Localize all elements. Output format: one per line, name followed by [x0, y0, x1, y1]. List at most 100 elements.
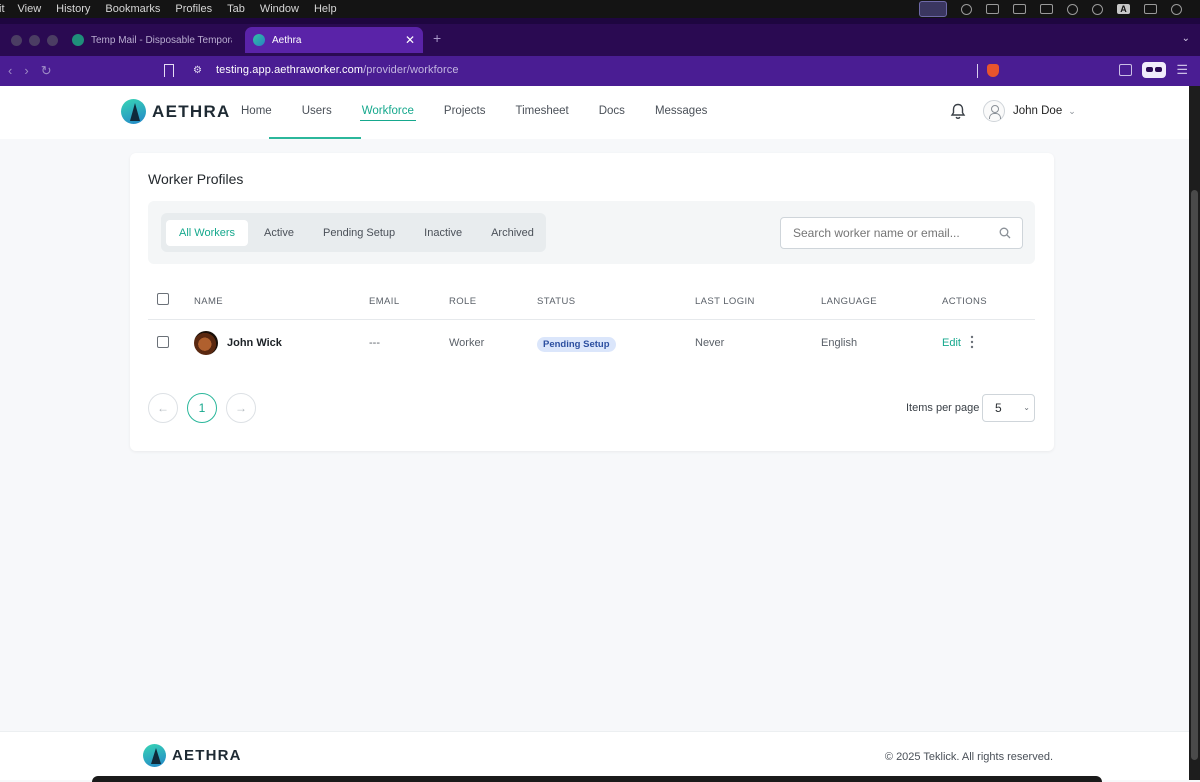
os-menu-help[interactable]: Help: [314, 3, 337, 15]
worker-name[interactable]: John Wick: [227, 337, 282, 349]
prev-page-button[interactable]: ←: [148, 393, 178, 423]
column-header-email[interactable]: EMAIL: [369, 296, 400, 307]
aethra-favicon-icon: [253, 34, 265, 46]
user-name: John Doe: [1013, 105, 1063, 117]
app-header: AETHRA Home Users Workforce Projects Tim…: [0, 86, 1189, 139]
input-source-icon[interactable]: A: [1117, 4, 1130, 14]
table-row[interactable]: John Wick --- Worker Pending Setup Never…: [148, 320, 1035, 368]
reload-icon[interactable]: ↻: [41, 63, 52, 79]
tab-title: Aethra: [272, 34, 302, 46]
more-options-icon[interactable]: [970, 335, 974, 349]
nav-workforce[interactable]: Workforce: [359, 86, 417, 139]
os-menu-view[interactable]: View: [18, 3, 42, 15]
tab-all-workers[interactable]: All Workers: [166, 219, 249, 246]
user-avatar-icon: [983, 100, 1005, 122]
browser-menu-icon[interactable]: ☰: [1176, 62, 1188, 78]
maximize-window-button[interactable]: [47, 35, 58, 46]
browser-tab-bar: Temp Mail - Disposable Temporar Aethra ✕…: [0, 18, 1200, 56]
user-menu[interactable]: John Doe ⌄: [983, 100, 1076, 122]
os-menu-bookmarks[interactable]: Bookmarks: [105, 3, 160, 15]
tab-pending-setup[interactable]: Pending Setup: [310, 220, 408, 246]
worker-profiles-card: Worker Profiles All Workers Active Pendi…: [130, 153, 1054, 451]
bookmark-icon[interactable]: [164, 64, 174, 77]
bell-icon[interactable]: [950, 103, 966, 120]
forward-arrow-icon[interactable]: ›: [24, 63, 28, 79]
browser-tab-temp-mail[interactable]: Temp Mail - Disposable Temporar: [64, 27, 240, 53]
os-menu-bar: it View History Bookmarks Profiles Tab W…: [0, 0, 1200, 18]
minimize-window-button[interactable]: [29, 35, 40, 46]
url-field[interactable]: testing.app.aethraworker.com/provider/wo…: [216, 64, 459, 76]
tab-archived[interactable]: Archived: [478, 220, 547, 246]
close-window-button[interactable]: [11, 35, 22, 46]
column-header-status[interactable]: STATUS: [537, 296, 575, 307]
items-per-page-select[interactable]: 5 ⌄: [982, 394, 1035, 422]
page-footer: AETHRA © 2025 Teklick. All rights reserv…: [0, 731, 1189, 780]
page-scrollbar[interactable]: [1189, 86, 1200, 780]
worker-avatar: [194, 331, 218, 355]
items-per-page-label: Items per page: [906, 402, 980, 414]
nav-active-indicator: [269, 137, 361, 139]
brave-shields-icon[interactable]: [987, 64, 999, 77]
os-menu-window[interactable]: Window: [260, 3, 299, 15]
next-page-button[interactable]: →: [226, 393, 256, 423]
table-header: NAME EMAIL ROLE STATUS LAST LOGIN LANGUA…: [148, 281, 1035, 320]
aethra-logo-icon: [143, 744, 166, 767]
status-badge: Pending Setup: [537, 337, 616, 352]
column-header-last-login[interactable]: LAST LOGIN: [695, 296, 755, 307]
play-icon[interactable]: [1067, 3, 1078, 15]
private-glasses-icon[interactable]: [1142, 62, 1167, 78]
display-icon[interactable]: [1040, 4, 1053, 14]
status-filter-tabs: All Workers Active Pending Setup Inactiv…: [161, 213, 546, 252]
aethra-logo-icon: [121, 99, 146, 124]
chevron-down-icon: ⌄: [1023, 403, 1030, 412]
os-menu-item[interactable]: it: [0, 3, 5, 15]
worker-last-login: Never: [695, 337, 725, 349]
volume-icon[interactable]: [1013, 4, 1026, 14]
worker-language: English: [821, 337, 858, 349]
nav-messages[interactable]: Messages: [655, 86, 707, 139]
nav-timesheet[interactable]: Timesheet: [515, 86, 568, 139]
url-host: testing.app.aethraworker.com: [216, 64, 364, 76]
browser-tab-aethra[interactable]: Aethra ✕: [245, 27, 423, 53]
tab-active[interactable]: Active: [251, 220, 307, 246]
user-switch-icon[interactable]: [1092, 3, 1103, 15]
nav-home[interactable]: Home: [241, 86, 272, 139]
os-menu-profiles[interactable]: Profiles: [175, 3, 212, 15]
wifi-icon[interactable]: [1171, 3, 1182, 15]
edit-button[interactable]: Edit: [942, 337, 961, 349]
screen-share-icon[interactable]: [919, 1, 947, 17]
select-all-checkbox[interactable]: [157, 293, 169, 305]
site-settings-icon[interactable]: ⚙: [193, 65, 202, 76]
nav-projects[interactable]: Projects: [444, 86, 486, 139]
tab-inactive[interactable]: Inactive: [411, 220, 475, 246]
column-header-role[interactable]: ROLE: [449, 296, 476, 307]
scrollbar-thumb[interactable]: [1191, 190, 1198, 760]
main-nav: Home Users Workforce Projects Timesheet …: [241, 86, 737, 139]
tab-list-chevron-icon[interactable]: ⌄: [1182, 33, 1190, 44]
sidebar-toggle-icon[interactable]: [1119, 64, 1133, 76]
column-header-language[interactable]: LANGUAGE: [821, 296, 877, 307]
close-tab-icon[interactable]: ✕: [405, 33, 415, 47]
tab-title: Temp Mail - Disposable Temporar: [91, 34, 232, 46]
battery-icon[interactable]: [1144, 4, 1157, 14]
nav-docs[interactable]: Docs: [599, 86, 625, 139]
cloud-icon[interactable]: [961, 3, 972, 15]
os-menu-tab[interactable]: Tab: [227, 3, 245, 15]
column-header-name[interactable]: NAME: [194, 296, 223, 307]
page-title: Worker Profiles: [148, 171, 244, 187]
column-header-actions: ACTIONS: [942, 296, 988, 307]
aethra-logo[interactable]: AETHRA: [121, 99, 231, 124]
shield-icon[interactable]: [986, 4, 999, 14]
nav-users[interactable]: Users: [302, 86, 332, 139]
footer-logo[interactable]: AETHRA: [143, 744, 242, 767]
new-tab-icon[interactable]: +: [433, 30, 441, 46]
row-checkbox[interactable]: [157, 336, 169, 348]
chevron-down-icon: ⌄: [1068, 105, 1076, 116]
os-menu-history[interactable]: History: [56, 3, 90, 15]
dock-edge: [92, 776, 1102, 782]
url-path: /provider/workforce: [363, 64, 459, 76]
search-input[interactable]: [780, 217, 1023, 249]
page-number-button[interactable]: 1: [187, 393, 217, 423]
back-arrow-icon[interactable]: ‹: [8, 63, 12, 79]
workers-table: NAME EMAIL ROLE STATUS LAST LOGIN LANGUA…: [148, 281, 1035, 368]
